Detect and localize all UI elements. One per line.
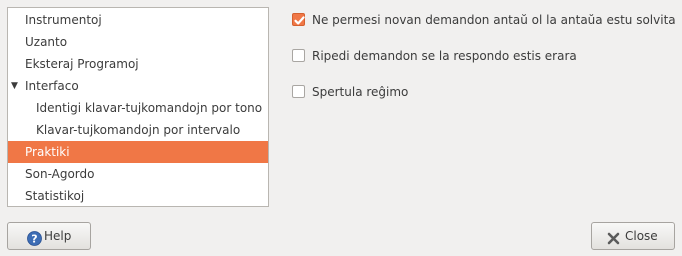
help-icon: ?: [27, 229, 42, 246]
tree-item-label: Klavar-tujkomandojn por intervalo: [36, 123, 241, 137]
tree-item-label: Praktiki: [25, 145, 70, 159]
tree-item-label: Instrumentoj: [25, 13, 102, 27]
expander-down-icon[interactable]: ▼: [11, 75, 18, 97]
close-icon: [606, 229, 621, 245]
close-button[interactable]: Close: [591, 222, 675, 250]
option-label: Ne permesi novan demandon antaŭ ol la an…: [312, 13, 676, 27]
tree-item-interfaco[interactable]: ▼ Interfaco: [8, 75, 268, 97]
checkbox-unchecked-icon[interactable]: [292, 49, 305, 62]
tree-item-uzanto[interactable]: Uzanto: [8, 31, 268, 53]
help-button[interactable]: ? Help: [7, 222, 91, 250]
close-button-label: Close: [625, 229, 658, 243]
tree-item-label: Eksteraj Programoj: [25, 57, 139, 71]
option-label: Spertula reĝimo: [312, 85, 409, 99]
tree-item-label: Uzanto: [25, 35, 68, 49]
checkbox-checked-icon[interactable]: [292, 13, 305, 26]
tree-item-identigi-tono[interactable]: Identigi klavar-tujkomandojn por tono: [8, 97, 268, 119]
tree-item-intervalo[interactable]: Klavar-tujkomandojn por intervalo: [8, 119, 268, 141]
tree-item-label: Interfaco: [25, 79, 79, 93]
option-label: Ripedi demandon se la respondo estis era…: [312, 49, 577, 63]
checkbox-unchecked-icon[interactable]: [292, 85, 305, 98]
tree-item-label: Son-Agordo: [25, 167, 95, 181]
tree-item-eksteraj-programoj[interactable]: Eksteraj Programoj: [8, 53, 268, 75]
svg-text:?: ?: [31, 232, 37, 245]
tree-item-son-agordo[interactable]: Son-Agordo: [8, 163, 268, 185]
tree-item-statistikoj[interactable]: Statistikoj: [8, 185, 268, 207]
category-tree[interactable]: Instrumentoj Uzanto Eksteraj Programoj ▼…: [7, 7, 269, 207]
tree-item-praktiki[interactable]: Praktiki: [8, 141, 268, 163]
tree-item-label: Identigi klavar-tujkomandojn por tono: [36, 101, 263, 115]
tree-item-label: Statistikoj: [25, 189, 85, 203]
tree-item-instrumentoj[interactable]: Instrumentoj: [8, 9, 268, 31]
help-button-label: Help: [44, 229, 72, 243]
